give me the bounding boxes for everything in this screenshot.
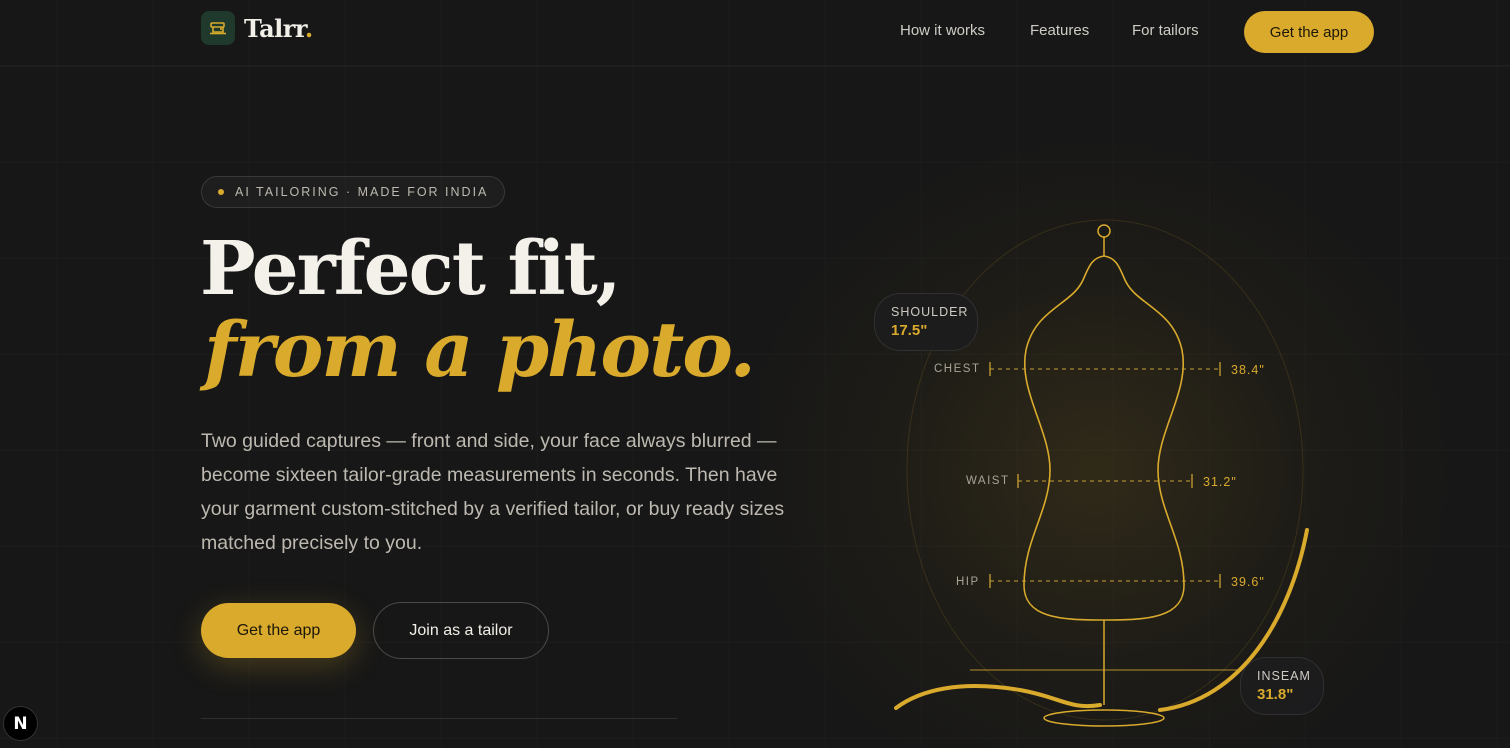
inseam-value: 31.8" [1257,686,1294,703]
dress-form-illustration: CHEST 38.4" WAIST 31.2" HIP 39.6" SHOULD… [860,200,1340,748]
waist-label: WAIST [966,475,1010,487]
knob [1097,224,1111,238]
chest-label: CHEST [934,363,981,375]
waist-value: 31.2" [1203,475,1237,489]
headline-line-1: Perfect fit, [200,226,622,312]
stand-base [1043,709,1165,727]
chest-value: 38.4" [1231,363,1265,377]
sewing-machine-icon [201,11,235,45]
get-app-button[interactable]: Get the app [201,603,356,658]
outer-oval [906,219,1304,721]
join-as-tailor-button[interactable]: Join as a tailor [373,602,549,659]
headline-line-2: from a photo. [204,305,756,394]
shoulder-pill: SHOULDER 17.5" [874,293,978,351]
base-sweep [894,684,1102,710]
dev-badge[interactable]: N [3,706,38,741]
logo[interactable]: Talrr. [201,11,313,45]
eyebrow-text: AI TAILORING · MADE FOR INDIA [235,185,489,199]
nav-link-features[interactable]: Features [1030,22,1089,39]
hip-label: HIP [956,576,980,588]
brand-name: Talrr. [244,13,313,43]
measure-lines [990,368,1220,582]
shoulder-value: 17.5" [891,322,928,339]
eyebrow-badge: AI TAILORING · MADE FOR INDIA [201,176,505,208]
top-nav: Talrr. How it works Features For tailors… [0,0,1510,66]
shoulder-label: SHOULDER [891,305,969,319]
nav-link-how-it-works[interactable]: How it works [900,22,985,39]
nav-get-app-button[interactable]: Get the app [1244,11,1374,53]
nav-link-for-tailors[interactable]: For tailors [1132,22,1199,39]
inseam-label: INSEAM [1257,669,1311,683]
dot-icon [218,189,224,195]
inseam-pill: INSEAM 31.8" [1240,657,1324,715]
hip-value: 39.6" [1231,575,1265,589]
measure-ticks [989,362,1221,588]
torso-outline [1023,255,1185,621]
hero-description: Two guided captures — front and side, yo… [201,430,785,554]
divider [201,718,677,719]
